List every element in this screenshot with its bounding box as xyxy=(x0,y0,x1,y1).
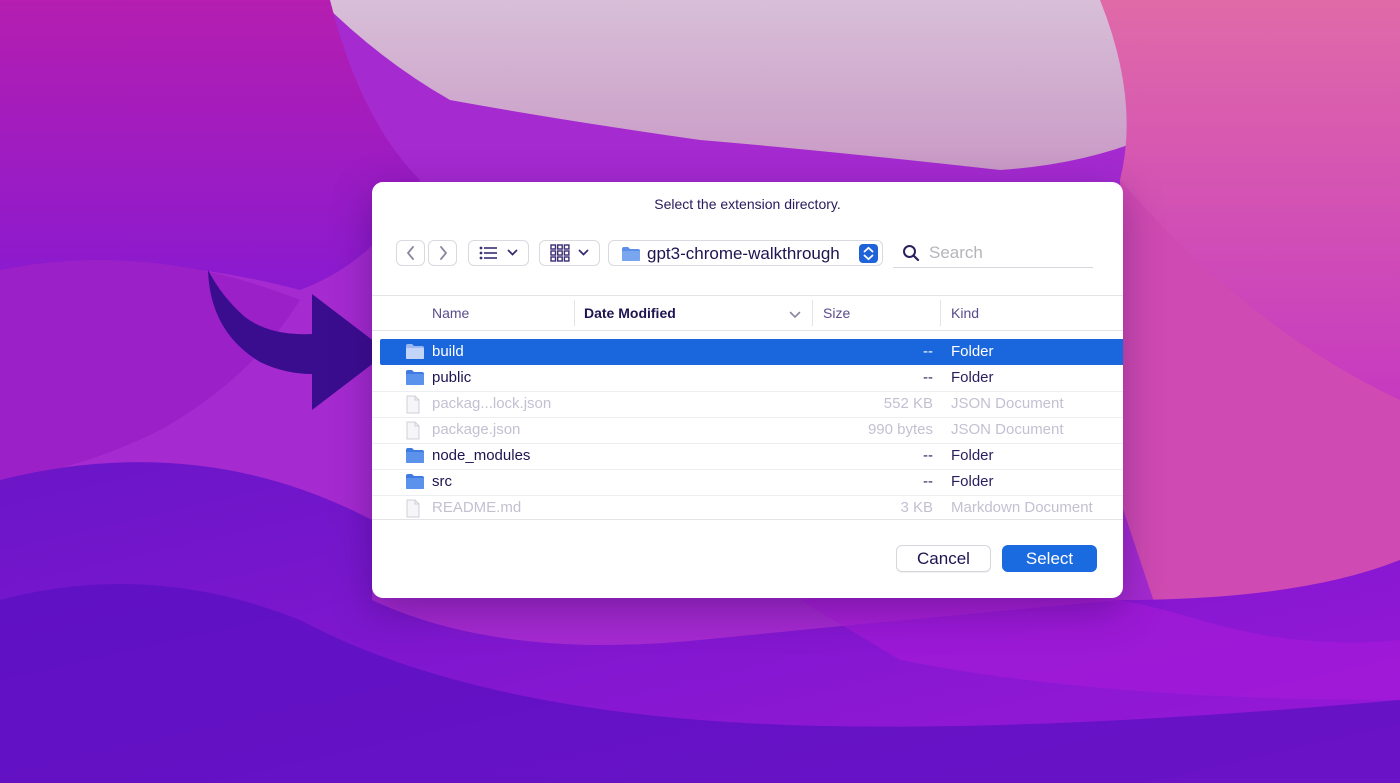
search-input[interactable] xyxy=(927,241,1091,265)
file-size: -- xyxy=(923,473,933,490)
file-size: 552 KB xyxy=(883,395,933,412)
file-row-src[interactable]: src -- Folder xyxy=(380,469,1123,495)
select-button[interactable]: Select xyxy=(1002,545,1097,572)
file-row-readme[interactable]: README.md 3 KB Markdown Document xyxy=(380,495,1123,521)
pointer-arrow-graphic xyxy=(208,270,388,410)
file-kind: Folder xyxy=(951,473,994,490)
column-header-name[interactable]: Name xyxy=(432,305,469,321)
file-kind: JSON Document xyxy=(951,395,1064,412)
sort-descending-icon xyxy=(789,311,801,319)
file-row-node-modules[interactable]: node_modules -- Folder xyxy=(380,443,1123,469)
column-header-size[interactable]: Size xyxy=(823,305,850,321)
divider xyxy=(372,330,1123,331)
location-popup-button[interactable]: gpt3-chrome-walkthrough xyxy=(608,240,883,266)
folder-icon xyxy=(406,344,424,359)
file-size: -- xyxy=(923,369,933,386)
file-size: 990 bytes xyxy=(867,421,933,438)
file-picker-dialog: Select the extension directory. gpt3-chr… xyxy=(372,182,1123,598)
file-name: README.md xyxy=(432,499,522,516)
file-name: src xyxy=(432,473,452,490)
file-size: -- xyxy=(923,447,933,464)
file-size: -- xyxy=(923,343,933,360)
file-row-public[interactable]: public -- Folder xyxy=(380,365,1123,391)
file-row-build[interactable]: build -- Folder xyxy=(380,339,1123,365)
file-row-package-lock[interactable]: packag...lock.json 552 KB JSON Document xyxy=(380,391,1123,417)
file-kind: Folder xyxy=(951,447,994,464)
file-name: public xyxy=(432,369,472,386)
chevron-down-icon xyxy=(578,249,589,256)
file-name: package.json xyxy=(432,421,521,438)
chevron-left-icon xyxy=(406,246,414,260)
back-button[interactable] xyxy=(396,240,425,266)
column-header-date-modified[interactable]: Date Modified xyxy=(584,305,676,321)
chevron-down-icon xyxy=(507,249,518,256)
document-icon xyxy=(406,499,420,518)
chevron-right-icon xyxy=(439,246,447,260)
file-kind: Folder xyxy=(951,369,994,386)
folder-icon xyxy=(406,448,424,463)
cancel-button[interactable]: Cancel xyxy=(896,545,991,572)
location-label: gpt3-chrome-walkthrough xyxy=(647,244,840,263)
column-separator[interactable] xyxy=(940,300,941,326)
folder-icon xyxy=(406,474,424,489)
group-by-button[interactable] xyxy=(539,240,600,266)
file-size: 3 KB xyxy=(900,499,933,516)
file-name: node_modules xyxy=(432,447,531,464)
grid-view-icon xyxy=(550,244,570,262)
search-field xyxy=(893,240,1093,268)
folder-icon xyxy=(406,370,424,385)
file-row-package-json[interactable]: package.json 990 bytes JSON Document xyxy=(380,417,1123,443)
forward-button[interactable] xyxy=(428,240,457,266)
view-mode-button[interactable] xyxy=(468,240,529,266)
document-icon xyxy=(406,395,420,414)
file-kind: Markdown Document xyxy=(951,499,1093,516)
file-kind: Folder xyxy=(951,343,994,360)
column-separator[interactable] xyxy=(574,300,575,326)
dialog-toolbar: gpt3-chrome-walkthrough xyxy=(396,240,1101,268)
column-header-kind[interactable]: Kind xyxy=(951,305,979,321)
column-header-row: Name Date Modified Size Kind xyxy=(372,296,1123,330)
file-kind: JSON Document xyxy=(951,421,1064,438)
dialog-title: Select the extension directory. xyxy=(654,196,841,212)
folder-icon xyxy=(622,247,640,261)
document-icon xyxy=(406,421,420,440)
updown-chevron-icon xyxy=(859,244,878,263)
file-name: build xyxy=(432,343,464,360)
search-icon xyxy=(903,245,920,262)
column-separator[interactable] xyxy=(812,300,813,326)
file-name: packag...lock.json xyxy=(432,395,552,412)
list-view-icon xyxy=(479,246,497,260)
divider xyxy=(372,519,1123,520)
